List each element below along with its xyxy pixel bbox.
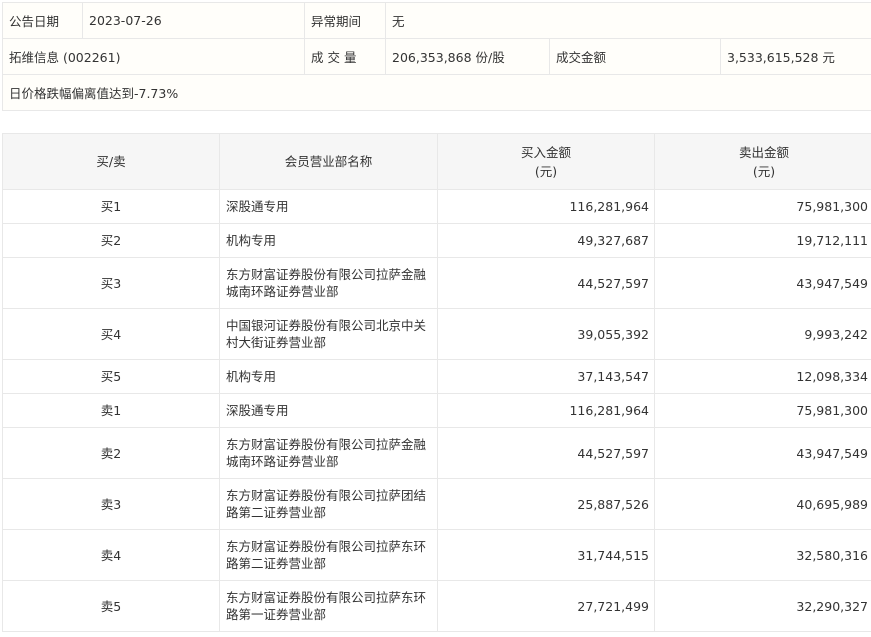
- column-header: 会员营业部名称: [219, 133, 438, 190]
- table-row: 买3 东方财富证券股份有限公司拉萨金融城南环路证券营业部 44,527,597 43,…: [2, 257, 871, 309]
- branch-name-cell: 机构专用: [219, 223, 438, 258]
- branch-name-cell: 机构专用: [219, 359, 438, 394]
- reason-text: 日价格跌幅偏离值达到-7.73%: [2, 74, 871, 111]
- date-label: 公告日期: [2, 2, 83, 39]
- sell-amount-cell: 9,993,242: [654, 308, 871, 360]
- branch-name-cell: 深股通专用: [219, 189, 438, 224]
- side-cell: 卖5: [2, 580, 220, 632]
- side-cell: 买5: [2, 359, 220, 394]
- buy-amount-cell: 25,887,526: [437, 478, 655, 530]
- side-cell: 卖4: [2, 529, 220, 581]
- column-header: 买入金额 (元): [437, 133, 655, 190]
- table-row: 卖3 东方财富证券股份有限公司拉萨团结路第二证券营业部 25,887,526 40,6…: [2, 478, 871, 530]
- sell-amount-cell: 19,712,111: [654, 223, 871, 258]
- sell-amount-cell: 32,290,327: [654, 580, 871, 632]
- buy-amount-cell: 37,143,547: [437, 359, 655, 394]
- buy-amount-cell: 27,721,499: [437, 580, 655, 632]
- sell-amount-cell: 75,981,300: [654, 189, 871, 224]
- table-header: 买/卖 会员营业部名称 买入金额 (元) 卖出金额 (元): [2, 133, 871, 190]
- stock-label: 拓维信息 (002261): [2, 38, 305, 75]
- period-label: 异常期间: [304, 2, 386, 39]
- sell-amount-cell: 43,947,549: [654, 257, 871, 309]
- volume-value: 206,353,868 份/股: [385, 38, 550, 75]
- info-row-volume: 拓维信息 (002261) 成 交 量 206,353,868 份/股 成交金额…: [2, 38, 871, 75]
- buy-amount-cell: 44,527,597: [437, 427, 655, 479]
- table-row: 买2 机构专用 49,327,687 19,712,111: [2, 223, 871, 258]
- announcement-info-table: 公告日期 2023-07-26 异常期间 无 拓维信息 (002261) 成 交…: [2, 2, 871, 111]
- buy-amount-cell: 44,527,597: [437, 257, 655, 309]
- side-cell: 买3: [2, 257, 220, 309]
- side-cell: 卖1: [2, 393, 220, 428]
- table-row: 买4 中国银河证券股份有限公司北京中关村大街证券营业部 39,055,392 9,99…: [2, 308, 871, 360]
- side-cell: 买4: [2, 308, 220, 360]
- amount-value: 3,533,615,528 元: [720, 38, 871, 75]
- branch-name-cell: 中国银河证券股份有限公司北京中关村大街证券营业部: [219, 308, 438, 360]
- branch-name-cell: 东方财富证券股份有限公司拉萨团结路第二证券营业部: [219, 478, 438, 530]
- side-cell: 买2: [2, 223, 220, 258]
- column-header: 卖出金额 (元): [654, 133, 871, 190]
- brokerage-trading-table: 买/卖 会员营业部名称 买入金额 (元) 卖出金额 (元) 买1 深股通专用 116,28…: [2, 133, 871, 632]
- side-cell: 卖2: [2, 427, 220, 479]
- buy-amount-cell: 116,281,964: [437, 393, 655, 428]
- buy-amount-cell: 116,281,964: [437, 189, 655, 224]
- buy-amount-cell: 31,744,515: [437, 529, 655, 581]
- table-row: 卖4 东方财富证券股份有限公司拉萨东环路第二证券营业部 31,744,515 32,5…: [2, 529, 871, 581]
- branch-name-cell: 东方财富证券股份有限公司拉萨东环路第一证券营业部: [219, 580, 438, 632]
- sell-amount-cell: 12,098,334: [654, 359, 871, 394]
- sell-amount-cell: 75,981,300: [654, 393, 871, 428]
- table-row: 买5 机构专用 37,143,547 12,098,334: [2, 359, 871, 394]
- info-row-date: 公告日期 2023-07-26 异常期间 无: [2, 2, 871, 39]
- sell-amount-cell: 32,580,316: [654, 529, 871, 581]
- branch-name-cell: 东方财富证券股份有限公司拉萨东环路第二证券营业部: [219, 529, 438, 581]
- side-cell: 卖3: [2, 478, 220, 530]
- branch-name-cell: 深股通专用: [219, 393, 438, 428]
- period-value: 无: [385, 2, 871, 39]
- table-row: 卖5 东方财富证券股份有限公司拉萨东环路第一证券营业部 27,721,499 32,2…: [2, 580, 871, 632]
- sell-amount-cell: 43,947,549: [654, 427, 871, 479]
- amount-label: 成交金额: [549, 38, 721, 75]
- info-row-reason: 日价格跌幅偏离值达到-7.73%: [2, 74, 871, 111]
- buy-amount-cell: 39,055,392: [437, 308, 655, 360]
- table-row: 卖2 东方财富证券股份有限公司拉萨金融城南环路证券营业部 44,527,597 43,…: [2, 427, 871, 479]
- branch-name-cell: 东方财富证券股份有限公司拉萨金融城南环路证券营业部: [219, 427, 438, 479]
- column-header: 买/卖: [2, 133, 220, 190]
- buy-amount-cell: 49,327,687: [437, 223, 655, 258]
- side-cell: 买1: [2, 189, 220, 224]
- branch-name-cell: 东方财富证券股份有限公司拉萨金融城南环路证券营业部: [219, 257, 438, 309]
- sell-amount-cell: 40,695,989: [654, 478, 871, 530]
- date-value: 2023-07-26: [82, 2, 305, 39]
- table-row: 买1 深股通专用 116,281,964 75,981,300: [2, 189, 871, 224]
- table-row: 卖1 深股通专用 116,281,964 75,981,300: [2, 393, 871, 428]
- volume-label: 成 交 量: [304, 38, 386, 75]
